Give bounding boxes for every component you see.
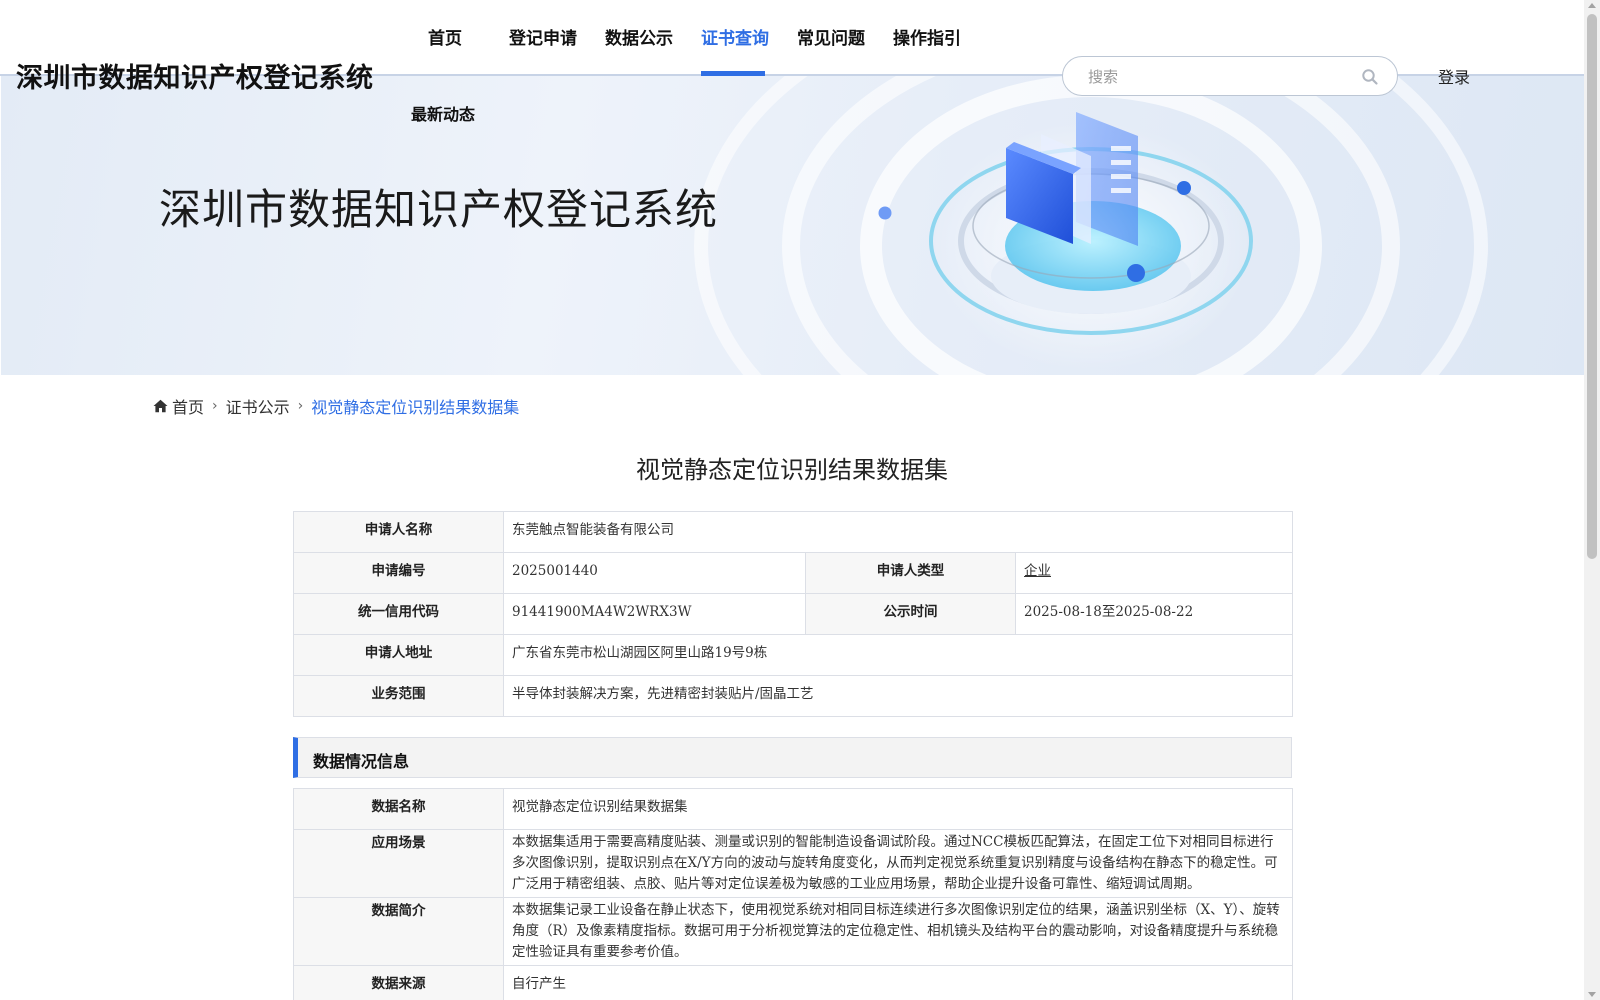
data-source-value: 自行产生: [503, 965, 1293, 1000]
chevron-right-icon: ›: [212, 398, 218, 414]
scroll-up-arrow-icon[interactable]: [1588, 3, 1596, 8]
business-scope-label: 业务范围: [293, 675, 504, 717]
nav-registration-apply[interactable]: 登记申请: [509, 24, 577, 76]
data-summary-value: 本数据集记录工业设备在静止状态下，使用视觉系统对相同目标连续进行多次图像识别定位…: [503, 897, 1293, 966]
banner-title: 深圳市数据知识产权登记系统: [159, 185, 719, 234]
nav-faq[interactable]: 常见问题: [797, 24, 865, 76]
data-source-label: 数据来源: [293, 965, 504, 1000]
nav-operation-guide[interactable]: 操作指引: [893, 24, 961, 76]
nav-data-publicity[interactable]: 数据公示: [605, 24, 673, 76]
login-link[interactable]: 登录: [1438, 64, 1470, 88]
nav-latest-news[interactable]: 最新动态: [411, 101, 475, 125]
breadcrumb-current: 视觉静态定位识别结果数据集: [311, 398, 520, 417]
scrollbar-thumb[interactable]: [1587, 14, 1597, 559]
breadcrumb: 首页 › 证书公示 › 视觉静态定位识别结果数据集: [153, 394, 519, 418]
table-row: 统一信用代码 91441900MA4W2WRX3W 公示时间 2025-08-1…: [293, 593, 1294, 635]
hero-banner: 深圳市数据知识产权登记系统: [1, 76, 1584, 375]
section-heading: 数据情况信息: [313, 752, 410, 771]
nav-home[interactable]: 首页: [428, 24, 462, 76]
page-title: 视觉静态定位识别结果数据集: [636, 456, 948, 484]
table-row: 数据名称 视觉静态定位识别结果数据集: [293, 788, 1293, 830]
top-header: 深圳市数据知识产权登记系统 首页 登记申请 数据公示 证书查询 常见问题 操作指…: [0, 0, 1584, 96]
table-row: 申请编号 2025001440 申请人类型 企业: [293, 552, 1294, 594]
site-title: 深圳市数据知识产权登记系统: [16, 63, 374, 94]
application-number-label: 申请编号: [293, 552, 504, 594]
search-icon[interactable]: [1361, 68, 1379, 86]
publicity-period-label: 公示时间: [805, 593, 1016, 635]
breadcrumb-home[interactable]: 首页: [172, 394, 204, 418]
applicant-address-value: 广东省东莞市松山湖园区阿里山路19号9栋: [502, 634, 1294, 676]
applicant-type-value: 企业: [1014, 552, 1294, 594]
credit-code-value: 91441900MA4W2WRX3W: [503, 593, 806, 635]
data-info-table: 数据名称 视觉静态定位识别结果数据集 应用场景 本数据集适用于需要高精度贴装、测…: [293, 788, 1293, 1000]
applicant-type-label: 申请人类型: [805, 552, 1016, 594]
application-number-value: 2025001440: [503, 552, 806, 594]
applicant-address-label: 申请人地址: [293, 634, 504, 676]
data-summary-label: 数据简介: [293, 897, 504, 966]
application-scenario-value: 本数据集适用于需要高精度贴装、测量或识别的智能制造设备调试阶段。通过NCC模板匹…: [503, 829, 1293, 898]
applicant-info-table: 申请人名称 东莞触点智能装备有限公司 申请编号 2025001440 申请人类型…: [293, 511, 1294, 717]
table-row: 申请人地址 广东省东莞市松山湖园区阿里山路19号9栋: [293, 634, 1294, 676]
applicant-name-value: 东莞触点智能装备有限公司: [502, 511, 1294, 553]
table-row: 业务范围 半导体封装解决方案，先进精密封装贴片/固晶工艺: [293, 675, 1294, 717]
publicity-period-value: 2025-08-18至2025-08-22: [1014, 593, 1294, 635]
data-name-label: 数据名称: [293, 788, 504, 830]
search-input[interactable]: [1088, 66, 1348, 88]
business-scope-value: 半导体封装解决方案，先进精密封装贴片/固晶工艺: [502, 675, 1294, 717]
home-icon: [153, 399, 168, 413]
chevron-right-icon: ›: [297, 398, 304, 414]
table-row: 申请人名称 东莞触点智能装备有限公司: [293, 511, 1294, 553]
application-scenario-label: 应用场景: [293, 829, 504, 898]
applicant-name-label: 申请人名称: [293, 511, 504, 553]
scroll-down-arrow-icon[interactable]: [1588, 992, 1596, 997]
nav-certificate-query[interactable]: 证书查询: [701, 24, 769, 76]
credit-code-label: 统一信用代码: [293, 593, 504, 635]
breadcrumb-certificate-publicity[interactable]: 证书公示: [226, 394, 290, 418]
data-info-section-header: 数据情况信息: [293, 737, 1292, 778]
page-scrollbar[interactable]: [1584, 0, 1600, 1000]
table-row: 数据来源 自行产生: [293, 965, 1293, 1000]
table-row: 数据简介 本数据集记录工业设备在静止状态下，使用视觉系统对相同目标连续进行多次图…: [293, 897, 1293, 966]
data-name-value: 视觉静态定位识别结果数据集: [503, 788, 1293, 830]
search-box: [1062, 56, 1398, 96]
table-row: 应用场景 本数据集适用于需要高精度贴装、测量或识别的智能制造设备调试阶段。通过N…: [293, 829, 1293, 898]
